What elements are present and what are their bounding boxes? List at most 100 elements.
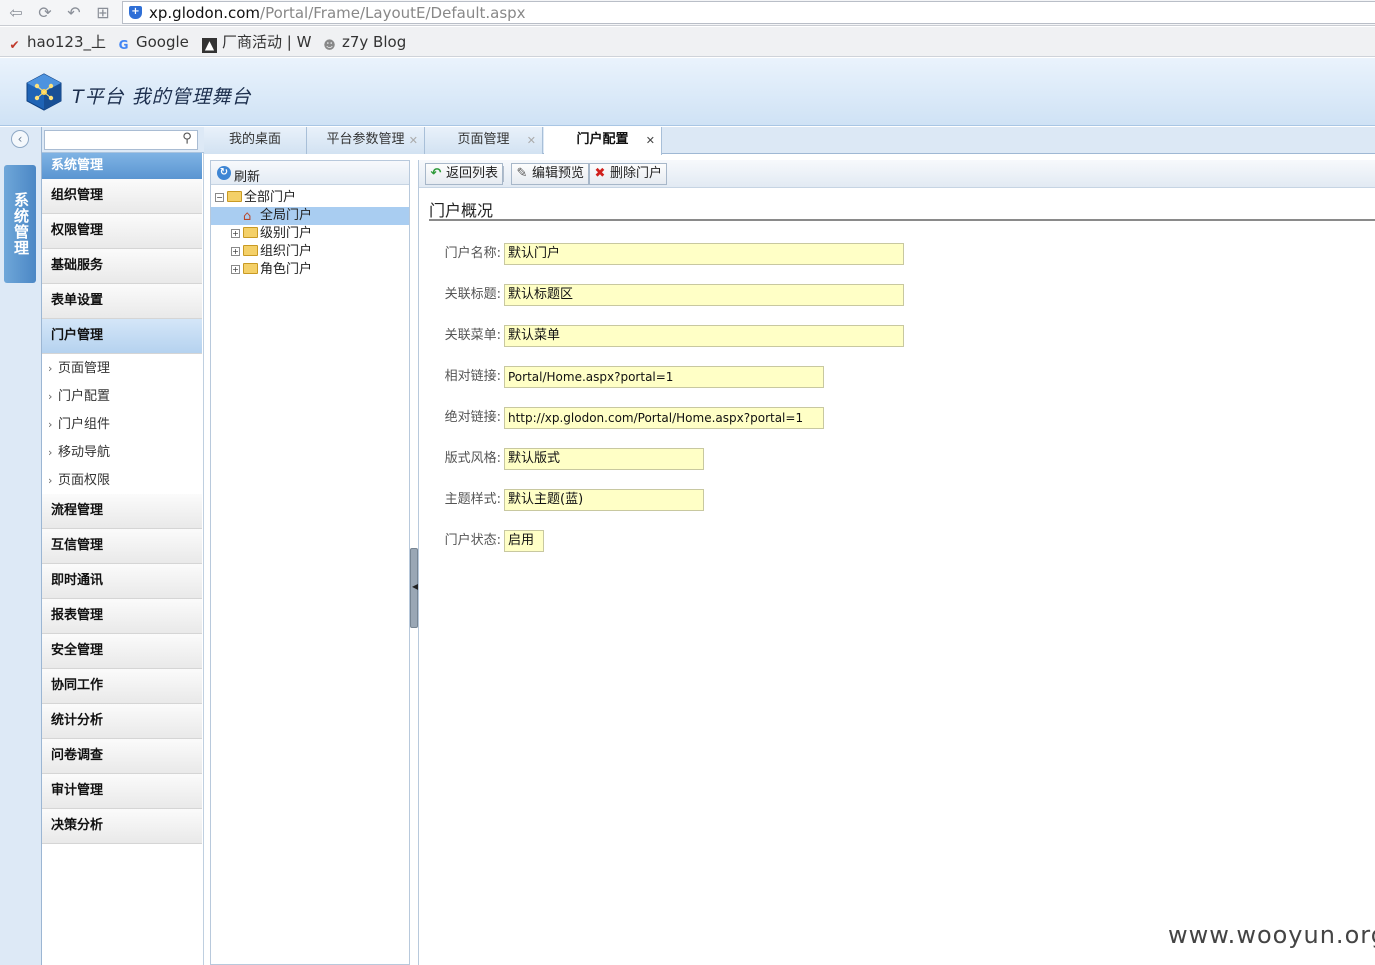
field-label-layout: 版式风格:	[444, 451, 501, 466]
logo-cube-icon	[26, 73, 62, 111]
sidebar-item-portal[interactable]: 门户管理	[42, 319, 202, 354]
bookmark-google[interactable]: G Google	[116, 32, 189, 52]
expand-icon[interactable]: +	[231, 265, 240, 274]
hao123-icon: ✔	[9, 38, 20, 52]
bookmark-hao123[interactable]: ✔ hao123_上	[7, 32, 106, 52]
sidebar-sub-mobile[interactable]: › 移动导航	[42, 439, 202, 467]
back-arrow-icon[interactable]: ⇦	[6, 3, 26, 23]
tree-node-global[interactable]: ⌂ 全局门户	[211, 207, 409, 225]
detail-toolbar: ↶ 返回列表 ✎ 编辑预览 ✖ 删除门户	[419, 160, 1375, 188]
sidebar-item-stats[interactable]: 统计分析	[42, 704, 202, 739]
field-related-title[interactable]: 默认标题区	[504, 284, 904, 306]
url-field[interactable]: + xp.glodon.com/Portal/Frame/LayoutE/Def…	[122, 1, 1375, 24]
sidebar-item-form[interactable]: 表单设置	[42, 284, 202, 319]
sub-label: 门户配置	[58, 389, 111, 404]
vertical-tab-system[interactable]: 系统管理	[4, 165, 36, 283]
tree-label: 全局门户	[260, 208, 313, 223]
field-related-menu[interactable]: 默认菜单	[504, 325, 904, 347]
expand-icon[interactable]: +	[231, 247, 240, 256]
watermark: www.wooyun.org	[1168, 921, 1375, 949]
bookmark-vendor[interactable]: ▲ 厂商活动 | W	[202, 32, 311, 53]
url-text: xp.glodon.com/Portal/Frame/LayoutE/Defau…	[149, 4, 526, 22]
close-icon[interactable]: ✕	[646, 135, 655, 146]
refresh-button[interactable]: 刷新	[234, 166, 260, 185]
nav-strip: ‹ 系统管理	[0, 127, 42, 965]
section-divider	[429, 219, 1375, 221]
chevron-right-icon: ›	[48, 474, 53, 487]
tree-label: 组织门户	[260, 244, 313, 259]
field-relative-link[interactable]: Portal/Home.aspx?portal=1	[504, 366, 824, 388]
tree-node-level[interactable]: + 级别门户	[231, 225, 312, 243]
section-title: 门户概况	[429, 201, 494, 220]
tab-page-management[interactable]: 页面管理 ✕	[425, 127, 543, 154]
sidebar-item-report[interactable]: 报表管理	[42, 599, 202, 634]
sidebar-item-workflow[interactable]: 流程管理	[42, 494, 202, 529]
google-icon: G	[118, 38, 129, 52]
tree-root[interactable]: − 全部门户	[215, 189, 296, 207]
field-label-menu: 关联菜单:	[444, 328, 501, 343]
tab-label: 页面管理	[457, 132, 510, 147]
sidebar-item-decision[interactable]: 决策分析	[42, 809, 202, 844]
tab-desktop[interactable]: 我的桌面	[204, 127, 307, 154]
button-label: 返回列表	[446, 166, 499, 181]
reload-icon[interactable]: ⟳	[35, 3, 55, 23]
field-portal-name[interactable]: 默认门户	[504, 243, 904, 265]
edit-preview-button[interactable]: ✎ 编辑预览	[511, 163, 590, 185]
portal-tree-panel: ↻ 刷新 − 全部门户 ⌂ 全局门户 + 级别门户 + 组织门户 + 角色门户	[210, 160, 410, 965]
blog-icon: ☻	[323, 38, 336, 52]
tab-portal-config[interactable]: 门户配置 ✕	[544, 127, 662, 155]
sidebar-sub-page-permission[interactable]: › 页面权限	[42, 467, 202, 495]
tree-node-org[interactable]: + 组织门户	[231, 243, 312, 261]
refresh-icon[interactable]: ↻	[217, 166, 231, 180]
sidebar-item-permission[interactable]: 权限管理	[42, 214, 202, 249]
sidebar-heading: 系统管理	[42, 153, 202, 179]
sidebar-item-im[interactable]: 即时通讯	[42, 564, 202, 599]
tree-label: 全部门户	[244, 190, 297, 205]
field-portal-status[interactable]: 启用	[504, 530, 544, 552]
back-to-list-button[interactable]: ↶ 返回列表	[425, 163, 504, 185]
grid-icon[interactable]: ⊞	[93, 3, 113, 23]
search-icon[interactable]: ⚲	[179, 131, 195, 147]
expand-icon[interactable]: +	[231, 229, 240, 238]
bookmark-blog[interactable]: ☻ z7y Blog	[322, 32, 406, 52]
sidebar-item-audit[interactable]: 审计管理	[42, 774, 202, 809]
home-icon: ⌂	[243, 209, 252, 224]
sidebar-sub-component[interactable]: › 门户组件	[42, 411, 202, 439]
edit-icon: ✎	[516, 166, 528, 181]
url-path: /Portal/Frame/LayoutE/Default.aspx	[260, 4, 526, 22]
sidebar-sub-portal-config[interactable]: › 门户配置	[42, 383, 202, 411]
delete-portal-button[interactable]: ✖ 删除门户	[589, 163, 668, 185]
collapse-left-icon[interactable]: ‹	[11, 130, 29, 148]
sidebar-item-basic[interactable]: 基础服务	[42, 249, 202, 284]
sidebar-item-collab[interactable]: 协同工作	[42, 669, 202, 704]
undo-icon[interactable]: ↶	[64, 3, 84, 23]
browser-address-bar: ⇦ ⟳ ↶ ⊞ + xp.glodon.com/Portal/Frame/Lay…	[0, 0, 1375, 26]
field-theme-style[interactable]: 默认主题(蓝)	[504, 489, 704, 511]
chevron-right-icon: ›	[48, 362, 53, 375]
folder-icon	[243, 245, 258, 256]
app-title: T平台 我的管理舞台	[72, 86, 252, 108]
tab-label: 门户配置	[576, 132, 629, 147]
tab-bar: 我的桌面 平台参数管理 ✕ 页面管理 ✕ 门户配置 ✕	[204, 127, 1375, 155]
sidebar-item-survey[interactable]: 问卷调查	[42, 739, 202, 774]
field-layout-style[interactable]: 默认版式	[504, 448, 704, 470]
field-label-title: 关联标题:	[444, 287, 501, 302]
close-icon[interactable]: ✕	[409, 135, 418, 146]
chevron-right-icon: ›	[48, 446, 53, 459]
field-absolute-link[interactable]: http://xp.glodon.com/Portal/Home.aspx?po…	[504, 407, 824, 429]
button-label: 删除门户	[610, 166, 663, 181]
url-host: xp.glodon.com	[149, 4, 261, 22]
sidebar-item-org[interactable]: 组织管理	[42, 179, 202, 214]
sidebar-sub-page[interactable]: › 页面管理	[42, 355, 202, 383]
collapse-icon[interactable]: −	[215, 193, 224, 202]
sidebar-item-trust[interactable]: 互信管理	[42, 529, 202, 564]
tab-platform-params[interactable]: 平台参数管理 ✕	[307, 127, 425, 154]
search-input[interactable]	[44, 130, 198, 150]
sidebar-item-security[interactable]: 安全管理	[42, 634, 202, 669]
close-icon[interactable]: ✕	[527, 135, 536, 146]
delete-x-icon: ✖	[594, 166, 606, 181]
panel-splitter[interactable]: ◀	[410, 548, 418, 628]
field-label-status: 门户状态:	[444, 533, 501, 548]
sub-label: 页面权限	[58, 473, 111, 488]
tree-node-role[interactable]: + 角色门户	[231, 261, 312, 279]
